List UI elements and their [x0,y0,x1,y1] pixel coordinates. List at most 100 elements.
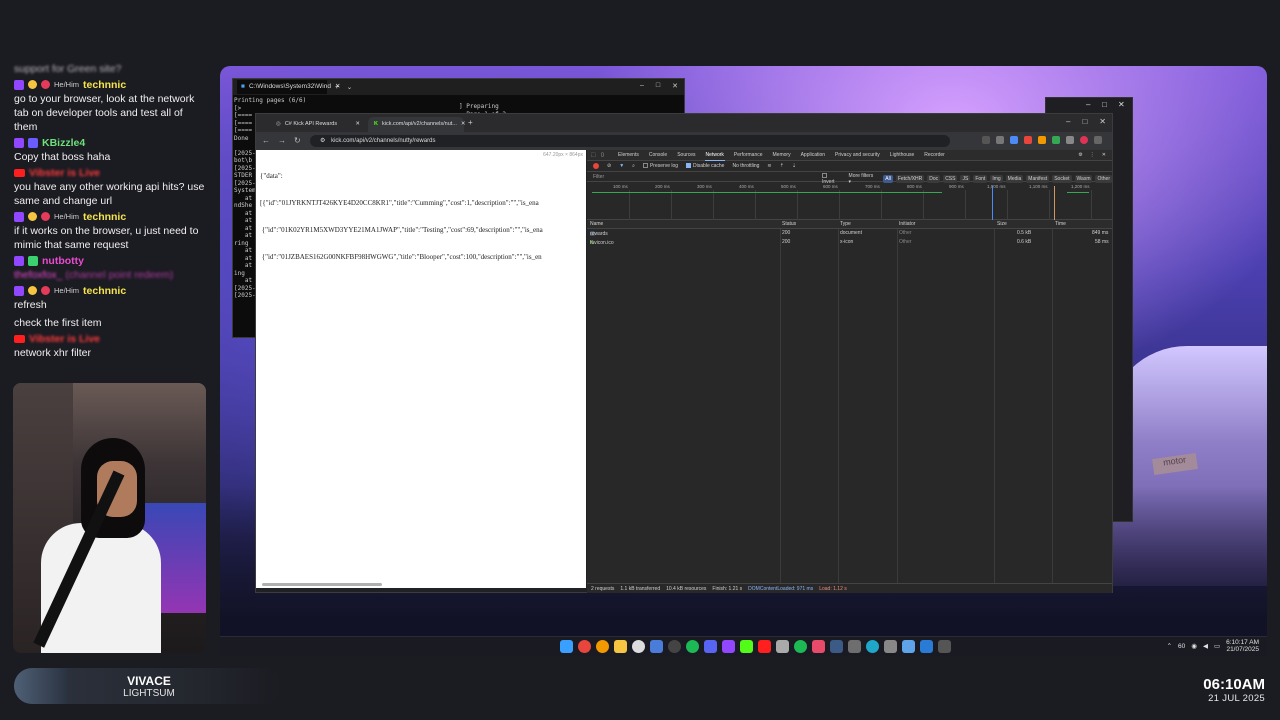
devtools-panel[interactable]: ⬚ ▯ Elements Console Sources Network Per… [587,150,1112,593]
network-overview-timeline[interactable]: 100 ms 200 ms 300 ms 400 ms 500 ms 600 m… [587,182,1112,220]
menu-kebab-icon[interactable] [1094,136,1102,144]
chrome-icon[interactable] [578,640,591,653]
upload-icon[interactable]: ⇡ [780,163,784,169]
chevron-up-icon[interactable]: ⌃ [1167,642,1172,650]
volume-icon[interactable]: ◀ [1203,642,1208,650]
youtube-icon[interactable] [758,640,771,653]
tab-sources[interactable]: Sources [676,150,696,160]
minimize-icon[interactable]: – [1086,100,1090,109]
console-tab[interactable]: ■ C:\Windows\System32\Wind ✕ [237,80,340,94]
col-type[interactable]: Type [840,221,851,227]
throttling-select[interactable]: No throttling [732,163,759,169]
close-icon[interactable]: ✕ [461,121,466,128]
battery-icon[interactable]: ▭ [1214,642,1220,650]
wifi-icon[interactable]: ≋ [767,163,771,169]
app-icon[interactable] [848,640,861,653]
clear-icon[interactable]: ⊘ [607,163,611,169]
request-type: x-icon [840,239,854,245]
tab-privacy-security[interactable]: Privacy and security [834,150,881,160]
tab-elements[interactable]: Elements [617,150,640,160]
col-name[interactable]: Name [590,221,603,227]
close-icon[interactable]: ✕ [672,82,678,90]
file-explorer-icon[interactable] [614,640,627,653]
col-size[interactable]: Size [997,221,1007,227]
back-icon[interactable]: ← [262,136,270,145]
horizontal-scrollbar[interactable] [262,583,382,586]
spotify-icon[interactable] [686,640,699,653]
terminal-icon[interactable] [938,640,951,653]
close-icon[interactable]: ✕ [355,121,360,128]
col-initiator[interactable]: Initiator [899,221,915,227]
browser-tab[interactable]: ◎ C# Kick API Rewards ✕ [270,117,366,132]
tab-recorder[interactable]: Recorder [923,150,946,160]
device-toolbar-icon[interactable]: ▯ [601,152,604,158]
edge-icon[interactable] [866,640,879,653]
preserve-log-checkbox[interactable]: Preserve log [642,163,678,169]
profile-avatar[interactable] [1080,136,1088,144]
obs-icon[interactable] [668,640,681,653]
close-icon[interactable]: ✕ [1118,100,1125,109]
zoom-icon[interactable] [982,136,990,144]
menu-kebab-icon[interactable]: ⋮ [1090,152,1095,158]
close-icon[interactable]: ✕ [1102,152,1106,158]
puzzle-icon[interactable] [1066,136,1074,144]
reload-icon[interactable]: ↻ [294,136,301,145]
filter-input[interactable]: Filter [593,174,813,180]
tab-application[interactable]: Application [800,150,826,160]
inspect-icon[interactable]: ⬚ [591,152,596,158]
start-icon[interactable] [560,640,573,653]
network-icon[interactable]: ◉ [1191,642,1197,650]
app-icon[interactable] [776,640,789,653]
tab-lighthouse[interactable]: Lighthouse [889,150,915,160]
table-row[interactable]: K favicon.ico 200 x-icon Other 0.6 kB 58… [587,238,1112,247]
extension-icon[interactable] [1024,136,1032,144]
url-input[interactable]: ⚙ kick.com/api/v2/channels/nutty/rewards [310,135,950,147]
col-time[interactable]: Time [1055,221,1066,227]
browser-window[interactable]: ◎ C# Kick API Rewards ✕ K kick.com/api/v… [255,113,1113,593]
maps-icon[interactable] [812,640,825,653]
record-icon[interactable] [593,163,599,169]
forward-icon[interactable]: → [278,136,286,145]
disable-cache-checkbox[interactable]: Disable cache [686,163,724,169]
tab-console[interactable]: Console [648,150,668,160]
new-tab-icon[interactable]: + [468,118,473,127]
new-tab-icon[interactable]: + [335,84,339,91]
maximize-icon[interactable]: □ [1082,117,1087,126]
chrome-canary-icon[interactable] [596,640,609,653]
minimize-icon[interactable]: – [1066,117,1070,126]
col-status[interactable]: Status [782,221,796,227]
filter-icon[interactable]: ▼ [619,163,624,169]
spotify-alt-icon[interactable] [794,640,807,653]
download-icon[interactable]: ⇣ [792,163,796,169]
steam-icon[interactable] [830,640,843,653]
kick-icon[interactable] [740,640,753,653]
photos-icon[interactable] [650,640,663,653]
tab-network[interactable]: Network [704,150,725,161]
extension-icon[interactable] [1052,136,1060,144]
tray-indicator[interactable]: 60 [1178,643,1185,650]
tab-memory[interactable]: Memory [772,150,792,160]
close-icon[interactable]: ✕ [1099,117,1106,126]
maximize-icon[interactable]: □ [1102,100,1107,109]
twitch-badge-icon [14,285,24,296]
twitch-icon[interactable] [722,640,735,653]
chevron-down-icon[interactable]: ⌄ [347,83,352,91]
extension-icon[interactable] [1010,136,1018,144]
tab-performance[interactable]: Performance [733,150,764,160]
vscode-icon[interactable] [920,640,933,653]
extension-icon[interactable] [1038,136,1046,144]
notepad-icon[interactable] [902,640,915,653]
minimize-icon[interactable]: – [640,82,644,90]
taskbar-clock[interactable]: 6:10:17 AM 21/07/2025 [1226,639,1259,653]
page-viewport[interactable]: 647.20px × 864px {"data": [{"id":"01JYRK… [256,150,586,588]
settings-icon[interactable] [884,640,897,653]
github-icon[interactable] [632,640,645,653]
bookmark-star-icon[interactable] [996,136,1004,144]
browser-tab-active[interactable]: K kick.com/api/v2/channels/nut... ✕ [368,117,466,132]
table-row[interactable]: ▤ rewards 200 document Other 0.5 kB 849 … [587,229,1112,238]
maximize-icon[interactable]: □ [656,82,660,90]
search-icon[interactable]: ⌕ [632,163,635,169]
discord-icon[interactable] [704,640,717,653]
site-info-icon[interactable]: ⚙ [320,138,325,144]
settings-gear-icon[interactable]: ⚙ [1078,152,1082,158]
